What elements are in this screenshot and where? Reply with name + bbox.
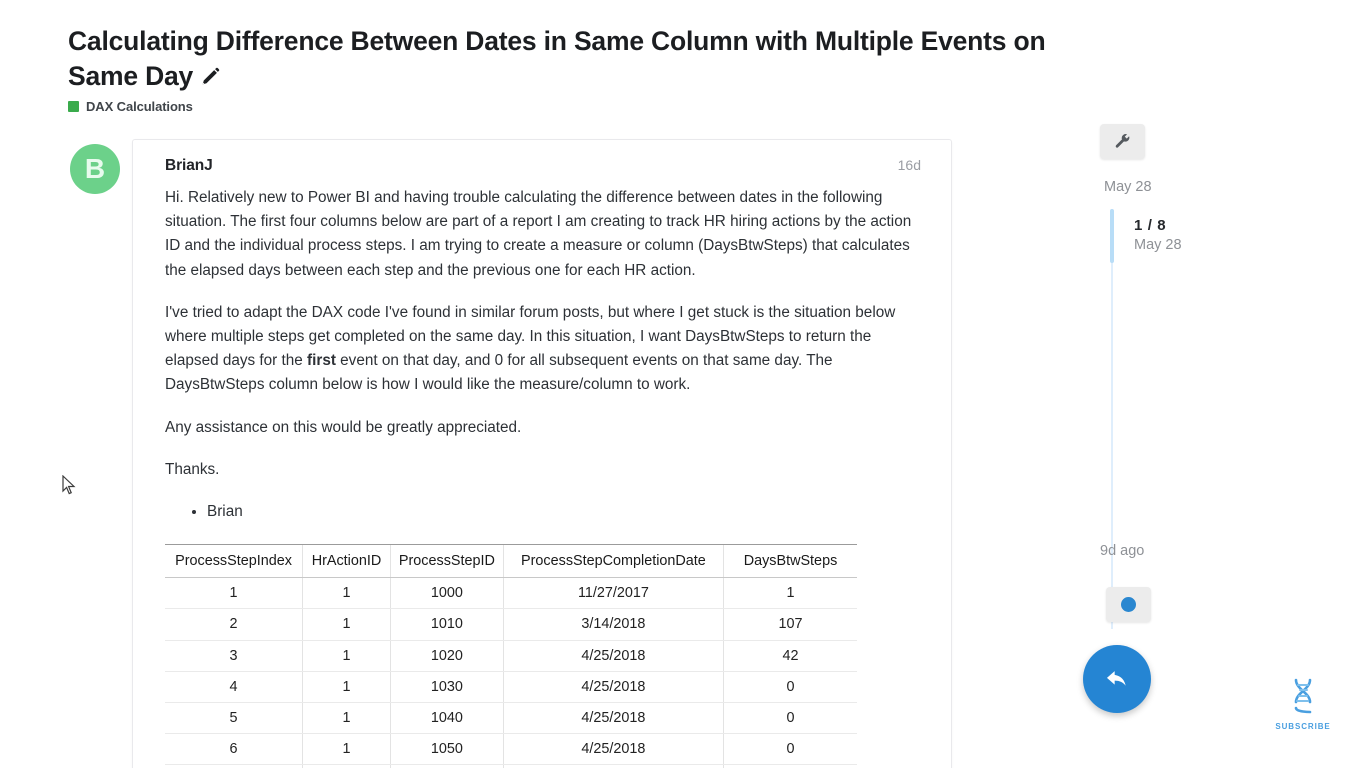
table-column-header: ProcessStepIndex [165,544,303,579]
table-column-header: DaysBtwSteps [722,544,857,579]
paragraph-text: Any assistance on this would be greatly … [165,418,522,436]
table-cell: 1 [302,702,391,735]
data-table-body: 1 1 1000 11/27/2017 1 2 1 1010 3/14/2018 107 3 1 102… [165,577,857,768]
table-cell: 1 [722,577,857,610]
table-cell: 5 [165,702,303,735]
table-row: 6 1 1050 4/25/2018 0 [165,733,857,766]
subscribe-label: SUBSCRIBE [1275,722,1331,731]
table-cell: 1000 [389,577,504,610]
reply-button[interactable] [1083,645,1151,713]
category-tag[interactable]: DAX Calculations [68,99,193,114]
table-cell: 1010 [389,608,504,641]
post-timeline[interactable]: 1 / 8 May 28 [1110,209,1261,629]
table-cell: 1030 [389,671,504,704]
timeline-track[interactable] [1110,209,1114,629]
emphasis-text: first [307,352,336,370]
table-row: 5 1 1040 4/25/2018 0 [165,702,857,735]
table-cell: 1020 [389,640,504,672]
post-signature-list: Brian [165,500,919,524]
table-cell: 0 [722,733,857,766]
table-cell: 0 [722,671,857,704]
rail-bottom-date: 9d ago [1100,543,1145,559]
table-cell: 4 [165,671,303,704]
post-timestamp: 16d [897,157,921,173]
avatar[interactable]: B [70,144,120,194]
table-column-header: HrActionID [302,544,391,579]
table-cell: 4/25/2018 [502,640,724,672]
reply-arrow-icon [1106,671,1126,686]
subscribe-widget[interactable]: SUBSCRIBE [1272,676,1334,731]
table-cell: 1 [302,608,391,641]
paragraph-text: Hi. Relatively new to Power BI and havin… [165,189,912,279]
dot-icon[interactable] [1106,587,1151,622]
table-cell: 1 [165,577,303,610]
post-paragraph: I've tried to adapt the DAX code I've fo… [165,301,919,398]
timeline-position-date: May 28 [1134,237,1182,253]
page-root: Calculating Difference Between Dates in … [0,0,1366,768]
table-cell: 6 [165,733,303,766]
timeline-position: 1 / 8 [1134,217,1167,234]
dna-helix-icon [1294,678,1312,714]
pencil-icon[interactable] [200,67,220,92]
table-column-header: ProcessStepCompletionDate [502,544,724,579]
post-paragraph: Hi. Relatively new to Power BI and havin… [165,186,919,283]
table-column-header: ProcessStepID [389,544,504,579]
table-row: 3 1 1020 4/25/2018 42 [165,640,857,672]
table-row: 4 1 1030 4/25/2018 0 [165,671,857,704]
table-cell: 4/25/2018 [502,671,724,704]
table-cell: 1050 [389,733,504,766]
table-cell: 42 [722,640,857,672]
table-cell: 107 [722,608,857,641]
list-item: Brian [207,500,919,524]
table-cell: 1 [302,577,391,610]
dot-glyph [1121,597,1136,612]
table-row: 1 1 1000 11/27/2017 1 [165,577,857,610]
data-table: ProcessStepIndex HrActionID ProcessStepID P… [165,544,857,768]
post-card: BrianJ 16d Hi. Relatively new to Power B… [132,139,952,768]
timeline-thumb[interactable] [1110,209,1114,263]
table-cell: 4/25/2018 [502,733,724,766]
data-table-head: ProcessStepIndex HrActionID ProcessStepID P… [165,544,857,579]
table-cell: 11/27/2017 [502,577,724,610]
post-paragraph: Any assistance on this would be greatly … [165,416,919,440]
mouse-cursor [62,474,76,495]
page-title-block: Calculating Difference Between Dates in … [68,24,1098,94]
post-author[interactable]: BrianJ [165,157,213,174]
category-color-swatch [68,101,79,112]
table-cell: 1 [302,733,391,766]
post-paragraphs: Hi. Relatively new to Power BI and havin… [165,186,919,482]
table-row: 2 1 1010 3/14/2018 107 [165,608,857,641]
category-label: DAX Calculations [86,99,193,114]
right-rail: May 28 1 / 8 May 28 9d ago [1083,124,1261,724]
rail-top-date: May 28 [1104,179,1152,195]
table-header-row: ProcessStepIndex HrActionID ProcessStepID P… [165,544,857,579]
table-cell: 1 [302,671,391,704]
post-body: Hi. Relatively new to Power BI and havin… [133,186,951,768]
table-cell: 2 [165,608,303,641]
table-cell: 1 [302,640,391,672]
table-cell: 3/14/2018 [502,608,724,641]
wrench-icon[interactable] [1100,124,1145,159]
post-paragraph: Thanks. [165,458,919,482]
avatar-initial: B [84,153,106,184]
table-cell: 3 [165,640,303,672]
post-header: BrianJ 16d [133,140,951,182]
table-cell: 1040 [389,702,504,735]
timeline-label: 1 / 8 May 28 [1134,217,1182,253]
paragraph-text: Thanks. [165,460,220,478]
table-cell: 0 [722,702,857,735]
table-cell: 4/25/2018 [502,702,724,735]
